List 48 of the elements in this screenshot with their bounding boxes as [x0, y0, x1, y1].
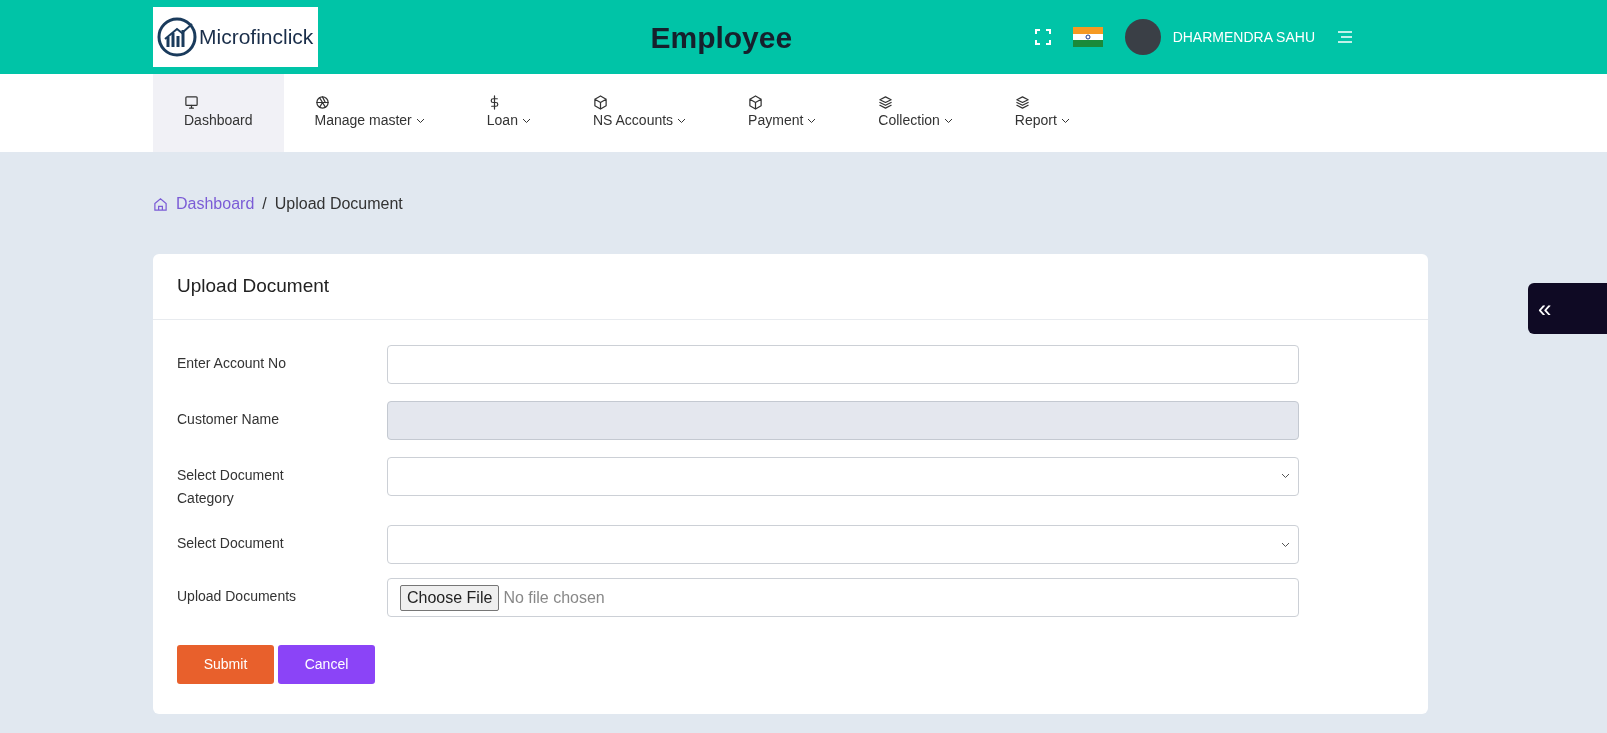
chevron-down-icon [1281, 473, 1290, 479]
nav-item[interactable]: Manage master [283, 74, 456, 152]
layers-icon [1014, 95, 1030, 111]
nav-item[interactable]: Dashboard [153, 74, 284, 152]
cube-icon [748, 95, 764, 111]
fullscreen-icon[interactable] [1034, 29, 1051, 45]
chevron-down-icon [1281, 541, 1290, 548]
nav-item[interactable]: Payment [717, 74, 848, 152]
page-title: Employee [650, 19, 793, 56]
collapse-toggle-button[interactable]: « [1528, 283, 1607, 334]
monitor-icon [184, 95, 199, 111]
flag-icon[interactable] [1072, 27, 1103, 47]
avatar[interactable] [1124, 19, 1161, 55]
field-label: Select Document Category [177, 465, 285, 509]
logo-text: Microfinclick [199, 24, 314, 51]
nav-label: Payment [748, 111, 804, 131]
nav-item[interactable]: Collection [847, 74, 984, 152]
file-field[interactable]: Choose File No file chosen [387, 578, 1299, 618]
field-label: Upload Documents [177, 587, 298, 607]
chart-circle-icon [157, 17, 197, 57]
nav-item[interactable]: Loan [455, 74, 562, 152]
file-status: No file chosen [503, 587, 605, 608]
aperture-icon [314, 95, 330, 111]
cube-icon [592, 95, 608, 111]
nav-label: Dashboard [184, 111, 253, 131]
nav-label: NS Accounts [592, 111, 674, 131]
logo[interactable]: Microfinclick [153, 7, 318, 67]
card-title: Upload Document [153, 254, 1428, 320]
field-label: Customer Name [177, 409, 280, 429]
nav-label: Manage master [314, 111, 412, 131]
home-icon [153, 196, 168, 212]
breadcrumb-link[interactable]: Dashboard [176, 192, 255, 216]
nav-item[interactable]: Report [983, 74, 1101, 152]
select-field[interactable] [387, 525, 1299, 565]
nav-label: Loan [486, 111, 518, 131]
cancel-button[interactable]: Cancel [278, 645, 375, 685]
nav-label: Collection [878, 111, 940, 131]
breadcrumb-separator: / [262, 194, 267, 214]
breadcrumb-current: Upload Document [274, 194, 403, 214]
field-label: Select Document [177, 534, 285, 554]
nav-label: Report [1014, 111, 1057, 131]
nav-item[interactable]: NS Accounts [561, 74, 718, 152]
layers-icon [878, 95, 894, 111]
select-field[interactable] [387, 456, 1299, 496]
menu-icon[interactable] [1337, 31, 1353, 43]
choose-file-button[interactable]: Choose File [400, 584, 500, 611]
input-field[interactable] [387, 344, 1299, 384]
field-label: Enter Account No [177, 353, 287, 373]
